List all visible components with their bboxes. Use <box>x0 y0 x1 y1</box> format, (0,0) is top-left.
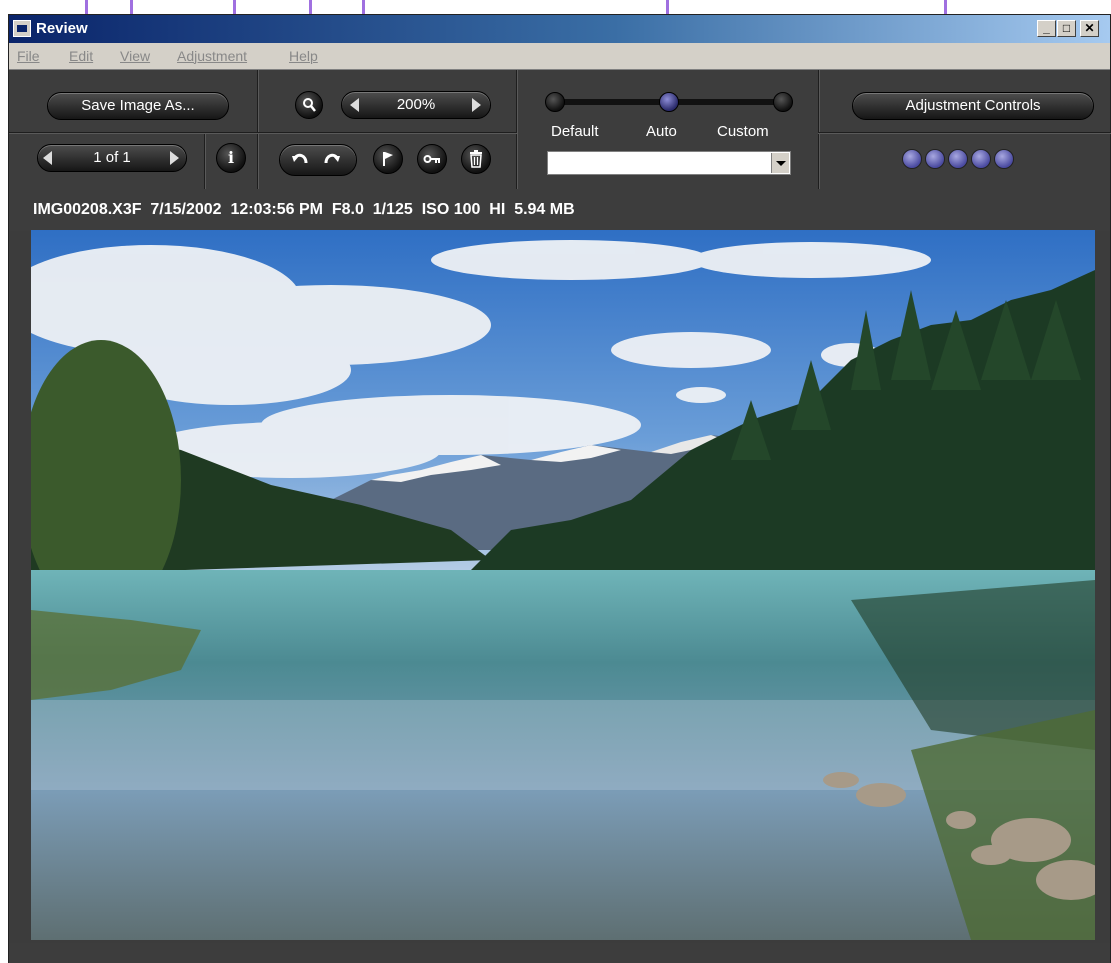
info-shutter: 1/125 <box>372 201 413 218</box>
slider-label-auto: Auto <box>646 123 677 140</box>
info-date: 7/15/2002 <box>150 201 222 218</box>
slider-stop-custom[interactable] <box>773 92 793 112</box>
toolbar-divider <box>9 132 257 134</box>
slider-label-custom: Custom <box>717 123 769 140</box>
toolbar-divider <box>516 70 518 189</box>
image-info: IMG00208.X3F 7/15/2002 12:03:56 PM F8.0 … <box>33 201 575 219</box>
toolbar-divider <box>818 132 1111 134</box>
adjustment-indicator-dot <box>925 149 945 169</box>
zoom-in-icon[interactable] <box>472 98 481 112</box>
menu-file[interactable]: File <box>17 48 40 64</box>
menu-help[interactable]: Help <box>289 48 318 64</box>
zoom-level: 200% <box>396 96 436 113</box>
rotate-right-button[interactable] <box>317 145 347 175</box>
zoom-control: 200% <box>341 91 491 119</box>
toolbar-divider <box>204 132 206 189</box>
delete-button[interactable] <box>461 144 491 174</box>
info-quality: HI <box>489 201 506 218</box>
lock-button[interactable] <box>417 144 447 174</box>
page-label: 1 of 1 <box>93 149 131 166</box>
maximize-button[interactable]: □ <box>1057 20 1076 37</box>
page-navigator: 1 of 1 <box>37 144 187 172</box>
menu-bar: File Edit View Adjustment Help <box>9 43 1110 70</box>
flag-button[interactable] <box>373 144 403 174</box>
menu-view[interactable]: View <box>120 48 150 64</box>
save-image-as-button[interactable]: Save Image As... <box>47 92 229 120</box>
toolbar-divider <box>257 70 259 189</box>
magnifier-icon <box>303 98 316 112</box>
adjustment-indicator-dot <box>948 149 968 169</box>
rotate-left-button[interactable] <box>285 145 315 175</box>
adjustment-indicator-dot <box>994 149 1014 169</box>
zoom-out-icon[interactable] <box>350 98 359 112</box>
info-button[interactable]: i <box>216 143 246 173</box>
chevron-down-icon[interactable] <box>771 153 789 173</box>
app-icon[interactable] <box>13 20 31 37</box>
info-aperture: F8.0 <box>331 201 364 218</box>
title-bar[interactable]: Review _ □ ✕ <box>9 15 1110 43</box>
flag-icon <box>383 152 393 166</box>
preset-dropdown[interactable] <box>547 151 791 175</box>
info-iso: ISO 100 <box>421 201 481 218</box>
minimize-button[interactable]: _ <box>1037 20 1056 37</box>
rotate-left-icon <box>292 153 308 164</box>
next-page-icon[interactable] <box>170 151 179 165</box>
toolbar: Save Image As... 1 of 1 i 200% Default A… <box>9 70 1111 189</box>
rotate-right-icon <box>324 153 340 164</box>
slider-label-default: Default <box>551 123 599 140</box>
adjustment-indicator-dot <box>902 149 922 169</box>
image-info-bar: IMG00208.X3F 7/15/2002 12:03:56 PM F8.0 … <box>9 189 1110 231</box>
landscape-photo <box>31 230 1095 940</box>
info-size: 5.94 MB <box>514 201 575 218</box>
trash-icon <box>470 150 482 168</box>
toolbar-divider <box>818 70 820 189</box>
toolbar-divider <box>257 132 517 134</box>
window-title: Review <box>36 20 88 37</box>
bottom-strip <box>9 943 1110 963</box>
review-window: Review _ □ ✕ File Edit View Adjustment H… <box>8 14 1111 963</box>
image-preview[interactable] <box>31 230 1095 940</box>
close-button[interactable]: ✕ <box>1080 20 1099 37</box>
slider-stop-default[interactable] <box>545 92 565 112</box>
menu-edit[interactable]: Edit <box>69 48 93 64</box>
adjustment-indicator-dot <box>971 149 991 169</box>
prev-page-icon[interactable] <box>43 151 52 165</box>
info-time: 12:03:56 PM <box>230 201 323 218</box>
menu-adjustment[interactable]: Adjustment <box>177 48 247 64</box>
info-icon: i <box>227 148 235 167</box>
slider-thumb[interactable] <box>659 92 679 112</box>
info-filename: IMG00208.X3F <box>33 201 142 218</box>
adjustment-controls-button[interactable]: Adjustment Controls <box>852 92 1094 120</box>
zoom-button[interactable] <box>295 91 323 119</box>
key-icon <box>423 155 440 163</box>
